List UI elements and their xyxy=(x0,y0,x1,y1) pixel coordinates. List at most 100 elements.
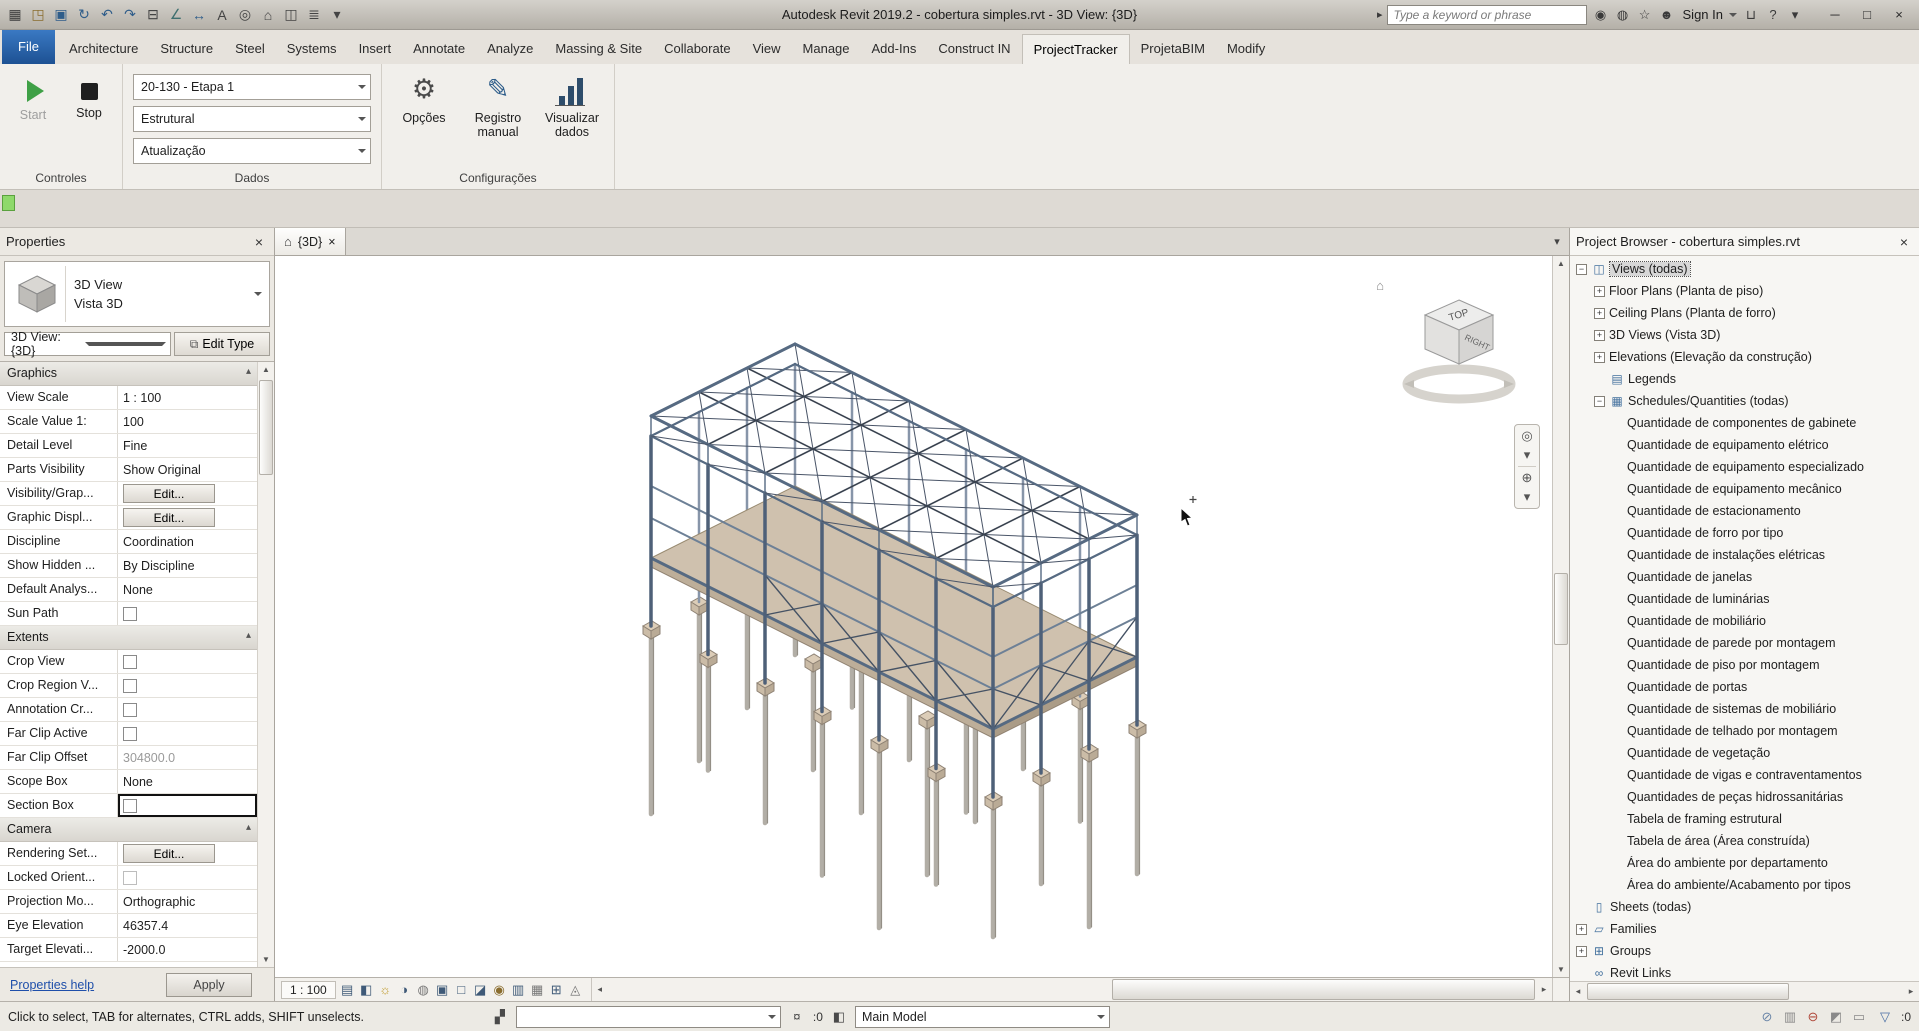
text-icon[interactable]: A xyxy=(211,4,233,26)
view-tab-list-icon[interactable]: ▾ xyxy=(1545,228,1569,255)
tree-item[interactable]: Quantidade de telhado por montagem xyxy=(1570,720,1919,742)
navbar-caret-icon[interactable]: ▾ xyxy=(1524,447,1531,463)
select-pinned-icon[interactable]: ⊖ xyxy=(1803,1007,1823,1027)
tree-expander-icon[interactable] xyxy=(1612,418,1623,429)
sun-path-icon[interactable]: ☼ xyxy=(376,980,395,999)
tree-expander-icon[interactable] xyxy=(1612,814,1623,825)
navigation-bar[interactable]: ◎ ▾ ⊕ ▾ xyxy=(1514,424,1540,509)
tree-expander-icon[interactable] xyxy=(1612,726,1623,737)
vertical-scrollbar[interactable]: ▲ ▼ xyxy=(1552,256,1569,977)
help-caret-icon[interactable]: ▾ xyxy=(1785,5,1805,25)
tree-expander-icon[interactable] xyxy=(1612,748,1623,759)
tree-item[interactable]: Quantidade de estacionamento xyxy=(1570,500,1919,522)
tree-item-legends[interactable]: ▤ Legends xyxy=(1570,368,1919,390)
tree-item[interactable]: Quantidades de peças hidrossanitárias xyxy=(1570,786,1919,808)
tree-item-revit-links[interactable]: ∞ Revit Links xyxy=(1570,962,1919,981)
tree-item[interactable]: + Floor Plans (Planta de piso) xyxy=(1570,280,1919,302)
property-row[interactable]: Crop View xyxy=(0,650,257,674)
checkbox[interactable] xyxy=(123,679,137,693)
tree-expander-icon[interactable] xyxy=(1612,858,1623,869)
search-input[interactable] xyxy=(1387,5,1587,25)
element-selector-combo[interactable]: 3D View: {3D} xyxy=(4,332,171,356)
shadows-icon[interactable]: ◑ xyxy=(395,980,414,999)
tree-item[interactable]: Área do ambiente por departamento xyxy=(1570,852,1919,874)
communication-center-icon[interactable]: ◍ xyxy=(1613,5,1633,25)
close-button[interactable]: × xyxy=(1883,3,1915,27)
property-row[interactable]: Scope Box None None xyxy=(0,770,257,794)
default-3d-view-icon[interactable]: ⌂ xyxy=(257,4,279,26)
tab-annotate[interactable]: Annotate xyxy=(402,34,476,64)
tree-expander-icon[interactable]: + xyxy=(1576,946,1587,957)
tree-expander-icon[interactable] xyxy=(1612,792,1623,803)
property-row[interactable]: Visibility/Grap... Edit... Edit... xyxy=(0,482,257,506)
tree-expander-icon[interactable] xyxy=(1612,704,1623,715)
tab-structure[interactable]: Structure xyxy=(149,34,224,64)
tree-expander-icon[interactable]: + xyxy=(1594,352,1605,363)
show-rendering-icon[interactable]: ◍ xyxy=(414,980,433,999)
sync-icon[interactable]: ↻ xyxy=(73,4,95,26)
checkbox[interactable] xyxy=(123,799,137,813)
tree-item-groups[interactable]: + ⊞ Groups xyxy=(1570,940,1919,962)
browser-horizontal-scrollbar[interactable]: ◂ ▸ xyxy=(1570,981,1919,1001)
edit-button[interactable]: Edit... xyxy=(123,844,215,863)
scroll-thumb[interactable] xyxy=(1554,573,1568,645)
editable-only-icon[interactable]: ¤ xyxy=(787,1007,807,1027)
app-menu-icon[interactable]: ▦ xyxy=(4,4,26,26)
tree-expander-icon[interactable]: + xyxy=(1594,330,1605,341)
tree-item[interactable]: Quantidade de equipamento especializado xyxy=(1570,456,1919,478)
property-row[interactable]: Discipline Coordination Coordination xyxy=(0,530,257,554)
property-row[interactable]: Detail Level Fine Fine xyxy=(0,434,257,458)
update-combo[interactable]: Atualização xyxy=(133,138,371,164)
view-tab-close-icon[interactable]: × xyxy=(328,235,335,249)
sign-in-caret-icon[interactable] xyxy=(1729,13,1737,21)
scroll-left-icon[interactable]: ◂ xyxy=(592,978,608,1001)
tree-expander-icon[interactable] xyxy=(1612,660,1623,671)
property-row[interactable]: Graphics xyxy=(0,362,257,386)
edit-button[interactable]: Edit... xyxy=(123,508,215,527)
property-row[interactable]: Graphic Displ... Edit... Edit... xyxy=(0,506,257,530)
tree-item[interactable]: Quantidade de sistemas de mobiliário xyxy=(1570,698,1919,720)
apply-button[interactable]: Apply xyxy=(166,973,252,997)
show-constraints-icon[interactable]: ⊞ xyxy=(547,980,566,999)
tab-collaborate[interactable]: Collaborate xyxy=(653,34,742,64)
property-row[interactable]: Default Analys... None None xyxy=(0,578,257,602)
property-row[interactable]: Section Box xyxy=(0,794,257,818)
zoom-icon[interactable]: ⊕ xyxy=(1522,470,1533,486)
select-underlay-icon[interactable]: ▥ xyxy=(1780,1007,1800,1027)
stop-button[interactable]: Stop xyxy=(66,72,112,120)
select-by-face-icon[interactable]: ◩ xyxy=(1826,1007,1846,1027)
drawing-canvas[interactable]: ⌂ TOP RIGHT xyxy=(275,256,1552,977)
tree-expander-icon[interactable] xyxy=(1594,374,1605,385)
tab-manage[interactable]: Manage xyxy=(792,34,861,64)
visual-style-icon[interactable]: ◧ xyxy=(357,980,376,999)
tree-expander-icon[interactable]: − xyxy=(1576,264,1587,275)
property-row[interactable]: Rendering Set... Edit... Edit... xyxy=(0,842,257,866)
print-icon[interactable]: ⊟ xyxy=(142,4,164,26)
property-row[interactable]: Target Elevati... -2000.0 -2000.0 xyxy=(0,938,257,962)
tree-item-views[interactable]: − ◫ Views (todas) xyxy=(1570,258,1919,280)
discipline-combo[interactable]: Estrutural xyxy=(133,106,371,132)
minimize-button[interactable]: ─ xyxy=(1819,3,1851,27)
tab-systems[interactable]: Systems xyxy=(276,34,348,64)
aligned-dimension-icon[interactable]: ↔ xyxy=(188,4,210,26)
checkbox[interactable] xyxy=(123,607,137,621)
detail-level-icon[interactable]: ▤ xyxy=(338,980,357,999)
viewcube-home-icon[interactable]: ⌂ xyxy=(1376,278,1384,293)
tag-icon[interactable]: ◎ xyxy=(234,4,256,26)
worksharing-display-icon[interactable]: ▥ xyxy=(509,980,528,999)
app-store-icon[interactable]: ⊔ xyxy=(1741,5,1761,25)
visualizar-dados-button[interactable]: Visualizar dados xyxy=(540,72,604,139)
qat-customize-icon[interactable]: ▾ xyxy=(326,4,348,26)
tree-item[interactable]: Quantidade de piso por montagem xyxy=(1570,654,1919,676)
property-row[interactable]: Crop Region V... xyxy=(0,674,257,698)
tree-item[interactable]: Quantidade de equipamento mecânico xyxy=(1570,478,1919,500)
horizontal-scrollbar[interactable]: ◂ ▸ xyxy=(592,978,1552,1001)
property-row[interactable]: Projection Mo... Orthographic Orthograph… xyxy=(0,890,257,914)
tree-item[interactable]: + Elevations (Elevação da construção) xyxy=(1570,346,1919,368)
scroll-right-icon[interactable]: ▸ xyxy=(1536,978,1552,1001)
tree-expander-icon[interactable] xyxy=(1612,616,1623,627)
undo-icon[interactable]: ↶ xyxy=(96,4,118,26)
registro-manual-button[interactable]: Registro manual xyxy=(466,72,530,139)
scroll-thumb[interactable] xyxy=(1587,983,1789,1000)
tree-item[interactable]: Quantidade de componentes de gabinete xyxy=(1570,412,1919,434)
